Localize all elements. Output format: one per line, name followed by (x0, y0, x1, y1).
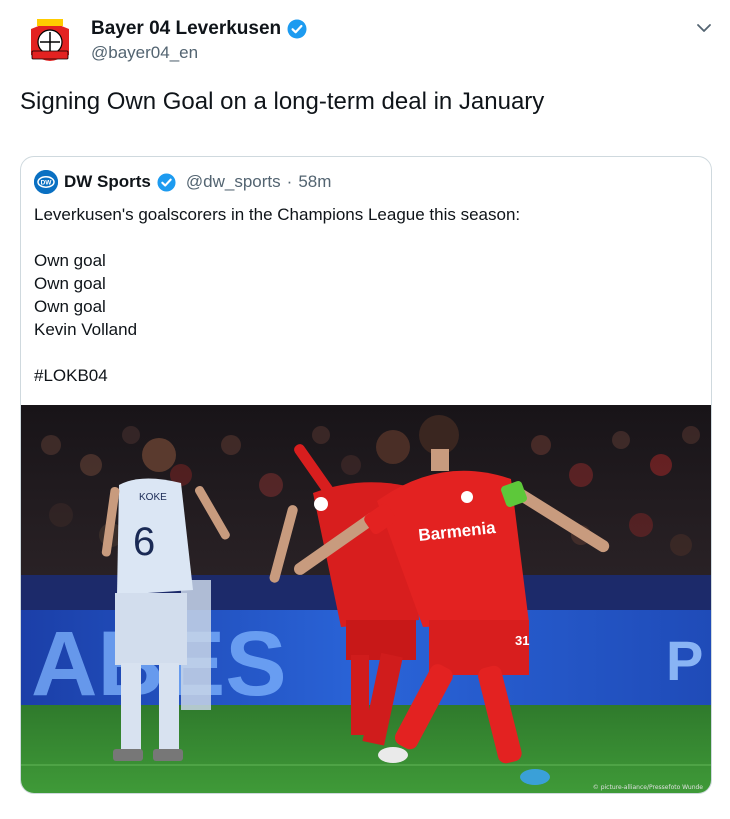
bayer-leverkusen-crest-icon (31, 19, 69, 61)
more-options-button[interactable] (694, 18, 714, 38)
quoted-text-line: Own goal (34, 274, 106, 293)
author-avatar[interactable] (22, 14, 78, 70)
quoted-tweet-header: DW DW Sports @dw_sports · 58m (34, 170, 331, 194)
quoted-text-line: Leverkusen's goalscorers in the Champion… (34, 205, 521, 224)
photo-credit: © picture-alliance/Pressefoto Wunde (592, 784, 703, 791)
quoted-author-name[interactable]: DW Sports (64, 172, 151, 192)
quoted-text-line: Own goal (34, 251, 106, 270)
quoted-tweet-photo[interactable]: ABES P KOKE 6 (21, 405, 711, 793)
shirt-number: 6 (133, 520, 155, 564)
shirt-name: KOKE (139, 492, 167, 503)
ad-board-text: P (666, 629, 703, 692)
shorts-number: 31 (515, 633, 529, 648)
hashtag-link[interactable]: #LOKB04 (34, 364, 520, 387)
quoted-text-line: Kevin Volland (34, 320, 138, 339)
football-celebration-photo: ABES P KOKE 6 (21, 405, 711, 793)
quoted-tweet[interactable]: DW DW Sports @dw_sports · 58m Leverkusen… (20, 156, 712, 794)
quoted-text-line (34, 341, 520, 364)
quoted-text-line: Own goal (34, 297, 106, 316)
quoted-tweet-text: Leverkusen's goalscorers in the Champion… (34, 203, 520, 387)
svg-text:DW: DW (41, 180, 53, 187)
tweet-card: Bayer 04 Leverkusen @bayer04_en Signing … (0, 0, 730, 819)
chevron-down-icon (697, 24, 711, 32)
verified-badge-icon (157, 172, 176, 192)
dw-logo-icon: DW (34, 170, 58, 194)
author-handle[interactable]: @bayer04_en (91, 43, 198, 63)
author-name-text[interactable]: Bayer 04 Leverkusen (91, 18, 281, 40)
verified-badge-icon (287, 19, 307, 39)
quoted-text-line (34, 226, 520, 249)
quoted-author-avatar[interactable]: DW (34, 170, 58, 194)
meta-separator: · (286, 172, 293, 191)
quoted-timestamp[interactable]: 58m (298, 172, 331, 192)
tweet-text: Signing Own Goal on a long-term deal in … (20, 88, 545, 115)
quoted-author-handle[interactable]: @dw_sports (186, 172, 281, 192)
author-name[interactable]: Bayer 04 Leverkusen (91, 18, 307, 40)
